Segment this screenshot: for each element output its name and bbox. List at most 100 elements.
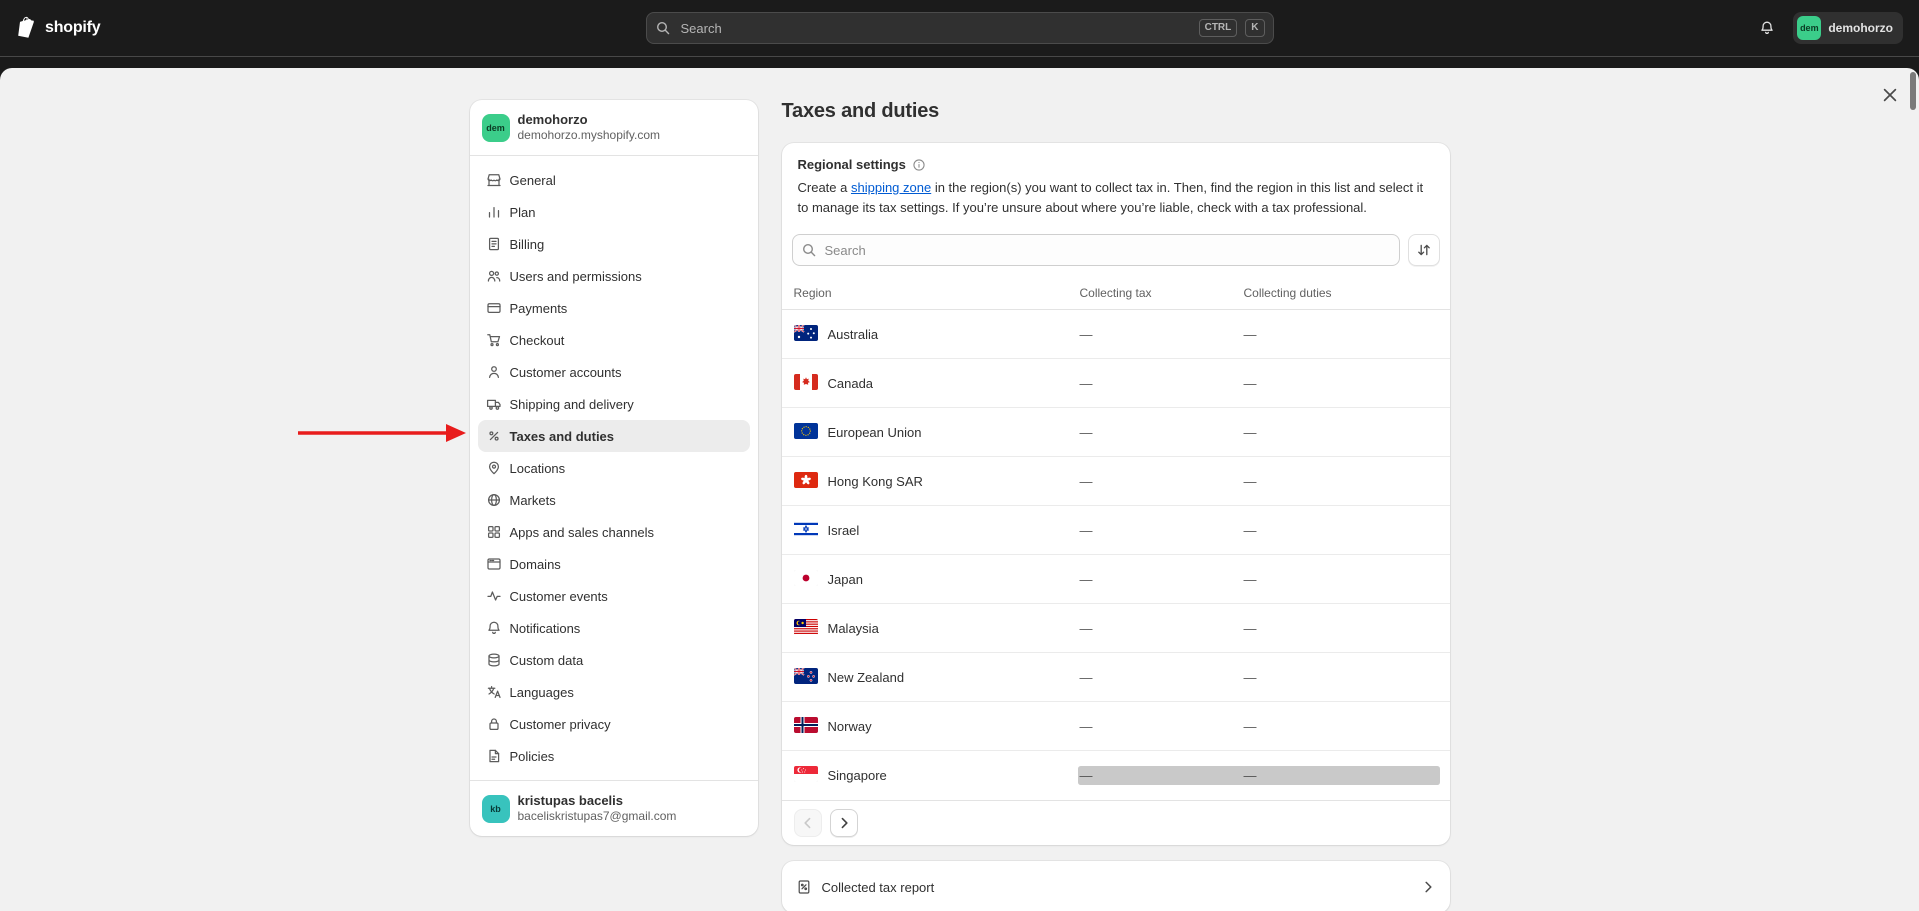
collected-tax-report-link[interactable]: Collected tax report xyxy=(782,861,1450,911)
info-icon[interactable] xyxy=(912,158,926,172)
table-row-australia[interactable]: Australia—— xyxy=(782,310,1450,359)
table-row-singapore[interactable]: Singapore—— xyxy=(782,751,1450,800)
close-icon xyxy=(1881,86,1899,104)
flag-my-icon xyxy=(794,619,818,638)
settings-main: Taxes and duties Regional settings Creat… xyxy=(782,100,1450,911)
sidebar-item-users-and-permissions[interactable]: Users and permissions xyxy=(478,260,750,292)
table-row-canada[interactable]: Canada—— xyxy=(782,359,1450,408)
lock-icon xyxy=(486,716,502,732)
table-row-new-zealand[interactable]: New Zealand—— xyxy=(782,653,1450,702)
collecting-duties-value: — xyxy=(1244,670,1438,685)
topbar: shopify CTRL K dem demohorzo xyxy=(0,0,1919,56)
search-icon xyxy=(655,20,671,36)
sidebar-item-checkout[interactable]: Checkout xyxy=(478,324,750,356)
scrollbar-thumb[interactable] xyxy=(1910,72,1916,110)
sidebar-item-shipping-and-delivery[interactable]: Shipping and delivery xyxy=(478,388,750,420)
sidebar-item-plan[interactable]: Plan xyxy=(478,196,750,228)
sort-button[interactable] xyxy=(1408,234,1440,266)
chevron-right-icon xyxy=(1420,879,1436,895)
sidebar-item-taxes-and-duties[interactable]: Taxes and duties xyxy=(478,420,750,452)
apps-icon xyxy=(486,524,502,540)
table-row-israel[interactable]: Israel—— xyxy=(782,506,1450,555)
sidebar-item-label: Policies xyxy=(510,749,555,764)
region-search[interactable] xyxy=(792,234,1400,266)
region-name: Singapore xyxy=(828,768,887,783)
previous-page-button[interactable] xyxy=(794,809,822,837)
account-name: demohorzo xyxy=(1828,21,1893,35)
payments-icon xyxy=(486,300,502,316)
global-search-input[interactable] xyxy=(679,20,1191,37)
person-icon xyxy=(486,364,502,380)
sidebar-item-label: Notifications xyxy=(510,621,581,636)
user-email: baceliskristupas7@gmail.com xyxy=(518,809,677,824)
collecting-duties-value: — xyxy=(1244,474,1438,489)
collecting-duties-value: — xyxy=(1244,425,1438,440)
sidebar-item-billing[interactable]: Billing xyxy=(478,228,750,260)
region-name: Norway xyxy=(828,719,872,734)
sidebar-item-label: Shipping and delivery xyxy=(510,397,634,412)
sidebar-item-general[interactable]: General xyxy=(478,164,750,196)
pagination xyxy=(782,800,1450,845)
flag-no-icon xyxy=(794,717,818,736)
language-icon xyxy=(486,684,502,700)
table-row-european-union[interactable]: European Union—— xyxy=(782,408,1450,457)
truck-icon xyxy=(486,396,502,412)
account-menu[interactable]: dem demohorzo xyxy=(1793,12,1903,44)
close-button[interactable] xyxy=(1875,80,1905,110)
sidebar-item-customer-events[interactable]: Customer events xyxy=(478,580,750,612)
region-name: Canada xyxy=(828,376,874,391)
flag-nz-icon xyxy=(794,668,818,687)
column-collecting-duties: Collecting duties xyxy=(1244,286,1438,300)
bell-icon xyxy=(486,620,502,636)
sidebar-item-markets[interactable]: Markets xyxy=(478,484,750,516)
plan-icon xyxy=(486,204,502,220)
sidebar-item-locations[interactable]: Locations xyxy=(478,452,750,484)
sidebar-item-label: Languages xyxy=(510,685,574,700)
topbar-divider xyxy=(0,56,1919,57)
sidebar-item-domains[interactable]: Domains xyxy=(478,548,750,580)
global-search[interactable]: CTRL K xyxy=(646,12,1274,44)
chevron-right-icon xyxy=(836,815,852,831)
region-name: New Zealand xyxy=(828,670,905,685)
collecting-tax-value: — xyxy=(1080,376,1244,391)
flag-sg-icon xyxy=(794,766,818,785)
store-avatar: dem xyxy=(482,114,510,142)
table-row-malaysia[interactable]: Malaysia—— xyxy=(782,604,1450,653)
sidebar-item-payments[interactable]: Payments xyxy=(478,292,750,324)
table-row-hong-kong-sar[interactable]: Hong Kong SAR—— xyxy=(782,457,1450,506)
collecting-duties-value: — xyxy=(1244,719,1438,734)
sidebar-item-label: Customer events xyxy=(510,589,608,604)
sidebar-item-label: Apps and sales channels xyxy=(510,525,655,540)
sidebar-item-languages[interactable]: Languages xyxy=(478,676,750,708)
sidebar-item-label: Checkout xyxy=(510,333,565,348)
notifications-button[interactable] xyxy=(1751,12,1783,44)
table-row-japan[interactable]: Japan—— xyxy=(782,555,1450,604)
collecting-duties-value: — xyxy=(1244,621,1438,636)
sidebar-item-customer-privacy[interactable]: Customer privacy xyxy=(478,708,750,740)
sidebar-item-label: Domains xyxy=(510,557,561,572)
shipping-zone-link[interactable]: shipping zone xyxy=(851,180,931,195)
receipt-percent-icon xyxy=(796,879,812,895)
user-footer[interactable]: kb kristupas bacelis baceliskristupas7@g… xyxy=(470,780,758,836)
sidebar-item-label: Billing xyxy=(510,237,545,252)
sidebar-item-policies[interactable]: Policies xyxy=(478,740,750,772)
sidebar-item-notifications[interactable]: Notifications xyxy=(478,612,750,644)
sidebar-item-label: Custom data xyxy=(510,653,584,668)
sidebar-item-label: Users and permissions xyxy=(510,269,642,284)
collecting-tax-value: — xyxy=(1080,768,1244,783)
table-row-norway[interactable]: Norway—— xyxy=(782,702,1450,751)
sidebar-item-customer-accounts[interactable]: Customer accounts xyxy=(478,356,750,388)
region-search-input[interactable] xyxy=(823,242,1391,259)
kbd-ctrl: CTRL xyxy=(1199,19,1238,37)
user-avatar: kb xyxy=(482,795,510,823)
next-page-button[interactable] xyxy=(830,809,858,837)
collecting-duties-value: — xyxy=(1244,523,1438,538)
users-icon xyxy=(486,268,502,284)
sidebar-item-custom-data[interactable]: Custom data xyxy=(478,644,750,676)
globe-icon xyxy=(486,492,502,508)
sidebar-item-apps-and-sales-channels[interactable]: Apps and sales channels xyxy=(478,516,750,548)
kbd-k: K xyxy=(1245,19,1264,37)
pin-icon xyxy=(486,460,502,476)
sidebar-item-label: Taxes and duties xyxy=(510,429,615,444)
region-name: Australia xyxy=(828,327,879,342)
